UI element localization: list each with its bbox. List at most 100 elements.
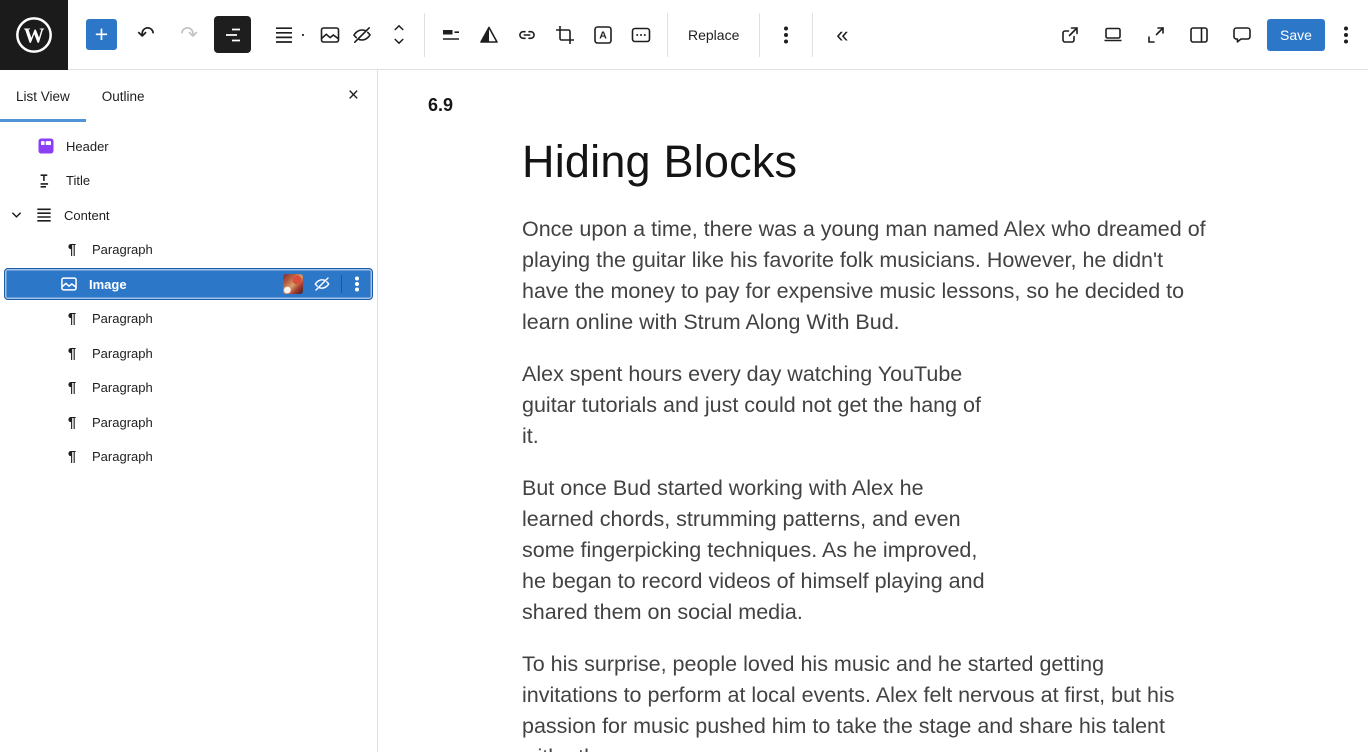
toolbar-separator bbox=[759, 13, 760, 57]
list-view-toggle-button[interactable] bbox=[214, 16, 251, 53]
lesson-number: 6.9 bbox=[428, 95, 453, 116]
preview-device-button[interactable] bbox=[1095, 17, 1131, 53]
undo-icon: ↶ bbox=[137, 24, 155, 45]
paragraph-block-icon: ¶ bbox=[60, 307, 84, 331]
move-down-icon bbox=[391, 36, 407, 47]
listview-row-title[interactable]: Title bbox=[4, 165, 373, 197]
kebab-menu-icon bbox=[1344, 33, 1348, 37]
paragraph-block[interactable]: To his surprise, people loved his music … bbox=[522, 649, 1227, 752]
duotone-filter-button[interactable] bbox=[475, 17, 503, 53]
redo-button[interactable]: ↷ bbox=[175, 17, 203, 53]
view-site-button[interactable] bbox=[1052, 17, 1088, 53]
title-block-icon bbox=[34, 169, 58, 193]
external-link-icon bbox=[1058, 23, 1082, 47]
block-tree: Header Title bbox=[0, 122, 377, 473]
listview-row-paragraph[interactable]: ¶ Paragraph bbox=[4, 406, 373, 438]
editor-window: W + ↶ ↷ · bbox=[0, 0, 1368, 752]
block-options-button[interactable] bbox=[772, 17, 800, 53]
kebab-menu-icon bbox=[784, 33, 788, 37]
list-view-icon bbox=[221, 23, 245, 47]
eye-off-icon bbox=[350, 23, 374, 47]
tab-outline[interactable]: Outline bbox=[86, 70, 161, 122]
listview-row-header[interactable]: Header bbox=[4, 130, 373, 162]
comment-bubble-icon bbox=[1230, 23, 1254, 47]
double-chevron-left-icon: « bbox=[836, 24, 848, 46]
editor-canvas[interactable]: 6.9 Hiding Blocks Once upon a time, ther… bbox=[379, 70, 1368, 752]
hidden-block-icon[interactable] bbox=[311, 272, 333, 296]
content-block-icon bbox=[272, 23, 296, 47]
editor-topbar: W + ↶ ↷ · bbox=[0, 0, 1368, 70]
close-sidebar-button[interactable]: × bbox=[342, 70, 365, 122]
block-mover[interactable] bbox=[386, 17, 412, 53]
paragraph-block[interactable]: Once upon a time, there was a young man … bbox=[522, 214, 1227, 338]
paragraph-block-icon: ¶ bbox=[60, 410, 84, 434]
svg-text:A: A bbox=[599, 29, 607, 41]
listview-row-paragraph[interactable]: ¶ Paragraph bbox=[4, 372, 373, 404]
caption-icon bbox=[629, 23, 653, 47]
block-label: Header bbox=[66, 139, 109, 154]
image-block-indicator-button[interactable] bbox=[316, 17, 344, 53]
save-button[interactable]: Save bbox=[1267, 19, 1325, 51]
collapse-toolbar-button[interactable]: « bbox=[825, 17, 859, 53]
redo-icon: ↷ bbox=[180, 24, 198, 45]
list-view-sidebar: List View Outline × Header bbox=[0, 70, 378, 752]
text-over-image-button[interactable]: A bbox=[589, 17, 617, 53]
text-overlay-icon: A bbox=[591, 23, 615, 47]
crop-icon bbox=[553, 23, 577, 47]
caption-button[interactable] bbox=[627, 17, 655, 53]
plus-icon: + bbox=[95, 23, 108, 46]
editor-options-button[interactable] bbox=[1332, 17, 1360, 53]
post-title[interactable]: Hiding Blocks bbox=[522, 136, 1227, 188]
row-options-button[interactable] bbox=[350, 282, 364, 286]
row-separator bbox=[341, 275, 342, 293]
settings-sidebar-button[interactable] bbox=[1181, 17, 1217, 53]
toolbar-separator bbox=[667, 13, 668, 57]
parent-block-content-button[interactable] bbox=[270, 17, 298, 53]
listview-row-paragraph[interactable]: ¶ Paragraph bbox=[4, 441, 373, 473]
tab-list-view[interactable]: List View bbox=[0, 70, 86, 122]
paragraph-block-icon: ¶ bbox=[60, 376, 84, 400]
listview-row-paragraph[interactable]: ¶ Paragraph bbox=[4, 337, 373, 369]
block-label: Paragraph bbox=[92, 311, 153, 326]
duotone-icon bbox=[477, 23, 501, 47]
paragraph-block[interactable]: But once Bud started working with Alex h… bbox=[522, 473, 1227, 628]
listview-row-paragraph[interactable]: ¶ Paragraph bbox=[4, 234, 373, 266]
sidebar-tabs: List View Outline × bbox=[0, 70, 377, 122]
kebab-menu-icon bbox=[355, 282, 359, 286]
image-block-icon bbox=[318, 23, 342, 47]
listview-row-image[interactable]: Image bbox=[4, 268, 373, 300]
move-up-icon bbox=[391, 22, 407, 33]
comments-button[interactable] bbox=[1224, 17, 1260, 53]
block-label: Content bbox=[64, 208, 110, 223]
block-label: Paragraph bbox=[92, 346, 153, 361]
toolbar-separator bbox=[424, 13, 425, 57]
toolbar-separator bbox=[812, 13, 813, 57]
topbar-left-group: W + ↶ ↷ · bbox=[0, 0, 859, 69]
paragraph-block-icon: ¶ bbox=[60, 238, 84, 262]
wordpress-logo-icon: W bbox=[14, 15, 54, 55]
laptop-icon bbox=[1101, 23, 1125, 47]
link-icon bbox=[515, 23, 539, 47]
hidden-block-toggle-button[interactable] bbox=[348, 17, 376, 53]
block-label: Image bbox=[89, 277, 127, 292]
content-block-icon bbox=[32, 203, 56, 227]
fullscreen-button[interactable] bbox=[1138, 17, 1174, 53]
block-inserter-button[interactable]: + bbox=[86, 19, 117, 50]
block-label: Paragraph bbox=[92, 380, 153, 395]
expand-icon bbox=[1144, 23, 1168, 47]
paragraph-block[interactable]: Alex spent hours every day watching YouT… bbox=[522, 359, 1227, 452]
listview-row-content[interactable]: Content bbox=[4, 199, 373, 231]
paragraph-block-icon: ¶ bbox=[60, 445, 84, 469]
crop-button[interactable] bbox=[551, 17, 579, 53]
link-button[interactable] bbox=[513, 17, 541, 53]
align-button[interactable] bbox=[437, 17, 465, 53]
wordpress-logo-button[interactable]: W bbox=[0, 0, 68, 70]
replace-button[interactable]: Replace bbox=[680, 21, 747, 49]
listview-row-paragraph[interactable]: ¶ Paragraph bbox=[4, 303, 373, 335]
document: Hiding Blocks Once upon a time, there wa… bbox=[522, 136, 1227, 752]
breadcrumb-dot-icon: · bbox=[298, 24, 308, 45]
align-icon bbox=[439, 23, 463, 47]
undo-button[interactable]: ↶ bbox=[132, 17, 160, 53]
block-label: Paragraph bbox=[92, 449, 153, 464]
chevron-down-icon[interactable] bbox=[6, 211, 26, 219]
